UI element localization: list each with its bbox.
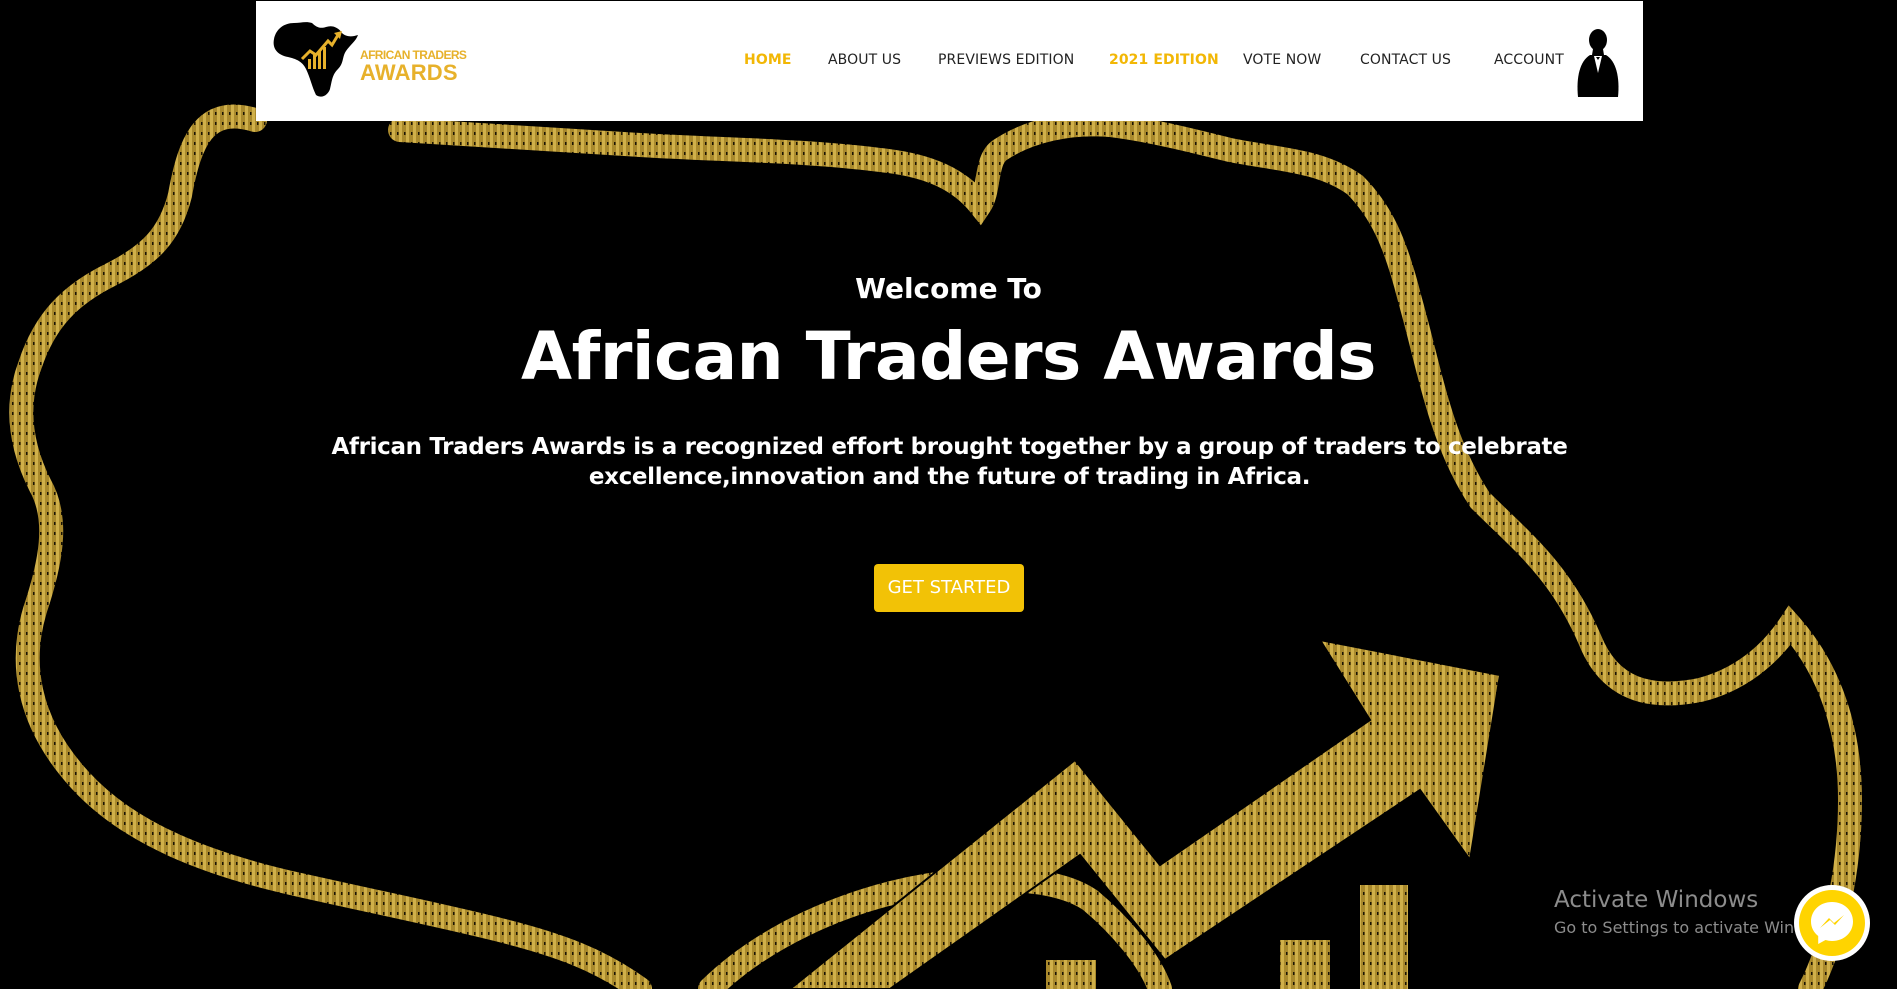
nav-2021-edition[interactable]: 2021 EDITION	[1109, 52, 1219, 68]
site-header: AFRICAN TRADERS AWARDS HOME ABOUT US PRE…	[256, 1, 1643, 121]
site-logo[interactable]: AFRICAN TRADERS AWARDS	[272, 19, 467, 99]
hero-description: African Traders Awards is a recognized e…	[331, 434, 1568, 490]
nav-vote-now[interactable]: VOTE NOW	[1243, 52, 1321, 68]
logo-wordmark: AFRICAN TRADERS AWARDS	[360, 49, 470, 84]
nav-about-us[interactable]: ABOUT US	[828, 52, 901, 68]
messenger-icon	[1799, 890, 1865, 956]
nav-previews-edition[interactable]: PREVIEWS EDITION	[938, 52, 1074, 68]
logo-line-2: AWARDS	[360, 60, 458, 85]
hero-title: African Traders Awards	[521, 318, 1376, 395]
nav-account[interactable]: ACCOUNT	[1494, 52, 1564, 68]
user-avatar-icon[interactable]	[1574, 27, 1622, 97]
africa-map-chart-icon	[273, 22, 358, 97]
page: AFRICAN TRADERS AWARDS HOME ABOUT US PRE…	[0, 0, 1897, 989]
messenger-chat-button[interactable]	[1794, 885, 1870, 961]
africa-map-background-icon	[9, 104, 1863, 989]
get-started-button[interactable]: GET STARTED	[874, 564, 1024, 612]
nav-home[interactable]: HOME	[744, 52, 792, 68]
nav-contact-us[interactable]: CONTACT US	[1360, 52, 1451, 68]
hero-welcome: Welcome To	[855, 272, 1042, 305]
